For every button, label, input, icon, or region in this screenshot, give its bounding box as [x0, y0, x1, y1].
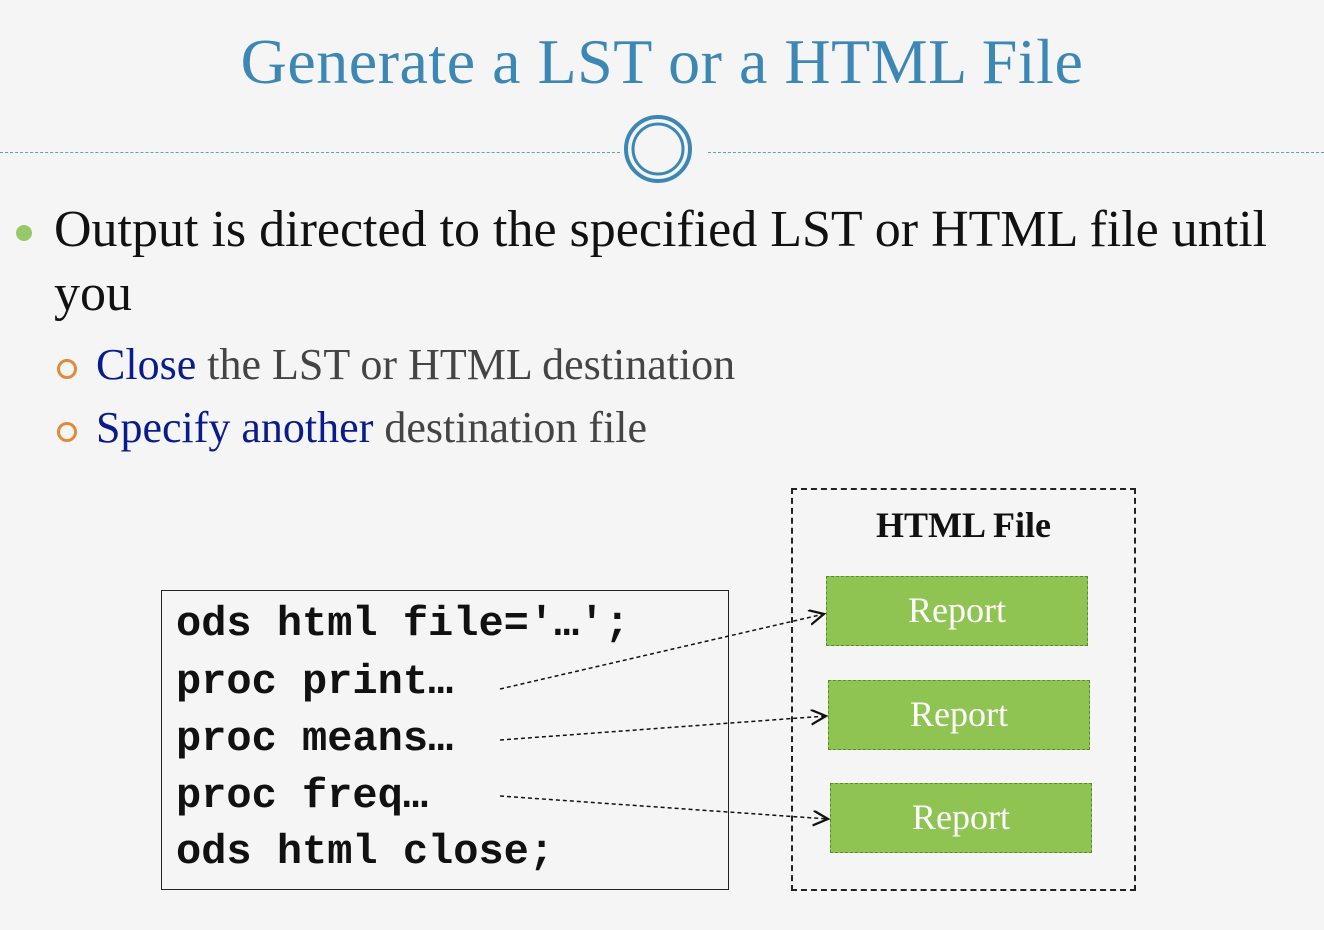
- arrow-freq: [499, 795, 828, 819]
- output-arrows: [499, 0, 1324, 930]
- arrow-print: [499, 614, 824, 690]
- arrow-means: [499, 716, 826, 741]
